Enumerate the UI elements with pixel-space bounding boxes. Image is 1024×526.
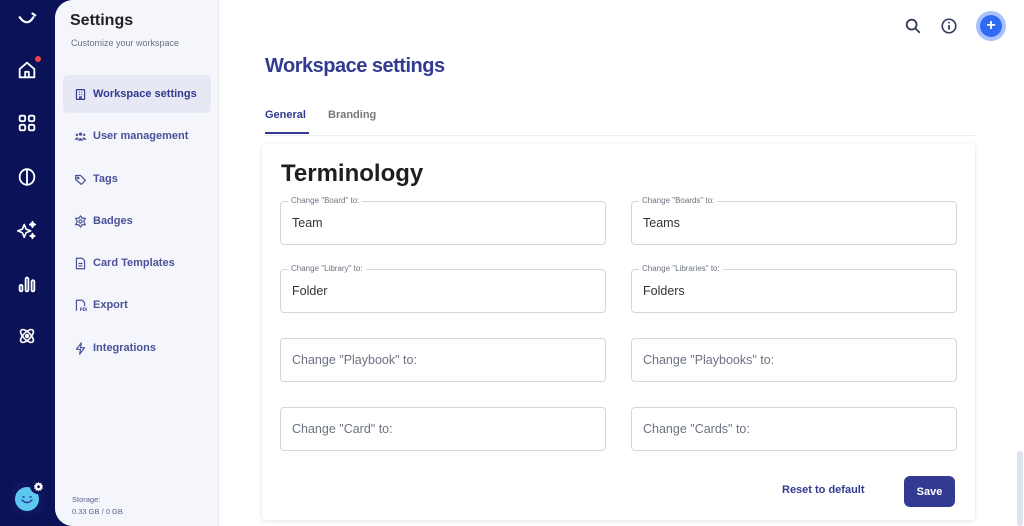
settings-sidebar: Settings Customize your workspace Worksp…: [55, 0, 219, 526]
card-field[interactable]: Change "Card" to:: [280, 407, 606, 451]
field-value: Folders: [643, 284, 685, 298]
libraries-field[interactable]: Change "Libraries" to: Folders: [631, 264, 957, 313]
smile-logo-icon[interactable]: [15, 8, 39, 32]
sidebar-item-card-templates[interactable]: Card Templates: [63, 244, 211, 282]
field-placeholder: Change "Playbooks" to:: [643, 353, 775, 367]
reset-to-default-button[interactable]: Reset to default: [782, 484, 865, 496]
pdf-icon: PDF: [73, 298, 87, 312]
terminology-card: Terminology Change "Board" to: Team Chan…: [262, 144, 975, 520]
terminology-title: Terminology: [281, 160, 424, 187]
sidebar-item-label: Card Templates: [93, 257, 175, 269]
field-value: Teams: [643, 216, 680, 230]
users-icon: [73, 129, 87, 143]
settings-title: Settings: [70, 12, 134, 29]
lightning-icon: [73, 341, 87, 355]
field-label: Change "Library" to:: [288, 264, 366, 273]
bar-chart-icon[interactable]: [15, 272, 39, 296]
home-icon[interactable]: [15, 56, 41, 82]
sparkles-icon[interactable]: [15, 218, 39, 242]
brain-icon[interactable]: [15, 165, 39, 189]
sidebar-item-tags[interactable]: Tags: [63, 160, 211, 198]
field-placeholder: Change "Card" to:: [292, 422, 393, 436]
tab-bar: General Branding: [265, 100, 977, 136]
sidebar-item-user-management[interactable]: User management: [63, 117, 211, 155]
add-button[interactable]: +: [976, 11, 1006, 41]
storage-label: Storage:: [72, 495, 101, 504]
playbooks-field[interactable]: Change "Playbooks" to:: [631, 338, 957, 382]
boards-field[interactable]: Change "Boards" to: Teams: [631, 196, 957, 245]
active-tab-indicator: [265, 132, 309, 134]
atom-icon[interactable]: [15, 324, 39, 348]
field-label: Change "Boards" to:: [639, 196, 718, 205]
tab-branding[interactable]: Branding: [328, 109, 376, 121]
badge-icon: [73, 214, 87, 228]
search-icon[interactable]: [903, 16, 923, 36]
settings-subtitle: Customize your workspace: [71, 38, 180, 48]
app-rail: [0, 0, 55, 526]
sidebar-item-badges[interactable]: Badges: [63, 202, 211, 240]
field-label: Change "Board" to:: [288, 196, 363, 205]
sidebar-item-label: Export: [93, 299, 128, 311]
user-avatar[interactable]: [12, 478, 46, 514]
info-icon[interactable]: [939, 16, 959, 36]
cards-field[interactable]: Change "Cards" to:: [631, 407, 957, 451]
sidebar-item-label: User management: [93, 130, 189, 142]
library-field[interactable]: Change "Library" to: Folder: [280, 264, 606, 313]
field-label: Change "Libraries" to:: [639, 264, 723, 273]
storage-info: Storage: 0.33 GB / 0 GB: [72, 494, 123, 518]
sidebar-item-integrations[interactable]: Integrations: [63, 329, 211, 367]
notification-dot: [35, 56, 41, 62]
svg-text:PDF: PDF: [79, 307, 86, 312]
save-button[interactable]: Save: [904, 476, 955, 507]
sidebar-item-label: Integrations: [93, 342, 156, 354]
storage-value: 0.33 GB / 0 GB: [72, 507, 123, 516]
gear-icon[interactable]: [30, 478, 46, 494]
page-title: Workspace settings: [265, 55, 445, 77]
app-content: Settings Customize your workspace Worksp…: [55, 0, 1024, 526]
sidebar-item-label: Workspace settings: [93, 88, 197, 100]
plus-icon: +: [980, 15, 1002, 37]
field-placeholder: Change "Playbook" to:: [292, 353, 417, 367]
sidebar-item-label: Badges: [93, 215, 133, 227]
building-icon: [73, 87, 87, 101]
document-icon: [73, 256, 87, 270]
sidebar-item-export[interactable]: PDF Export: [63, 286, 211, 324]
sidebar-item-label: Tags: [93, 173, 118, 185]
grid-icon[interactable]: [15, 111, 39, 135]
scrollbar[interactable]: [1017, 451, 1023, 526]
sidebar-item-workspace-settings[interactable]: Workspace settings: [63, 75, 211, 113]
tag-icon: [73, 172, 87, 186]
field-value: Folder: [292, 284, 328, 298]
field-value: Team: [292, 216, 323, 230]
tab-general[interactable]: General: [265, 109, 306, 121]
field-placeholder: Change "Cards" to:: [643, 422, 750, 436]
board-field[interactable]: Change "Board" to: Team: [280, 196, 606, 245]
playbook-field[interactable]: Change "Playbook" to:: [280, 338, 606, 382]
